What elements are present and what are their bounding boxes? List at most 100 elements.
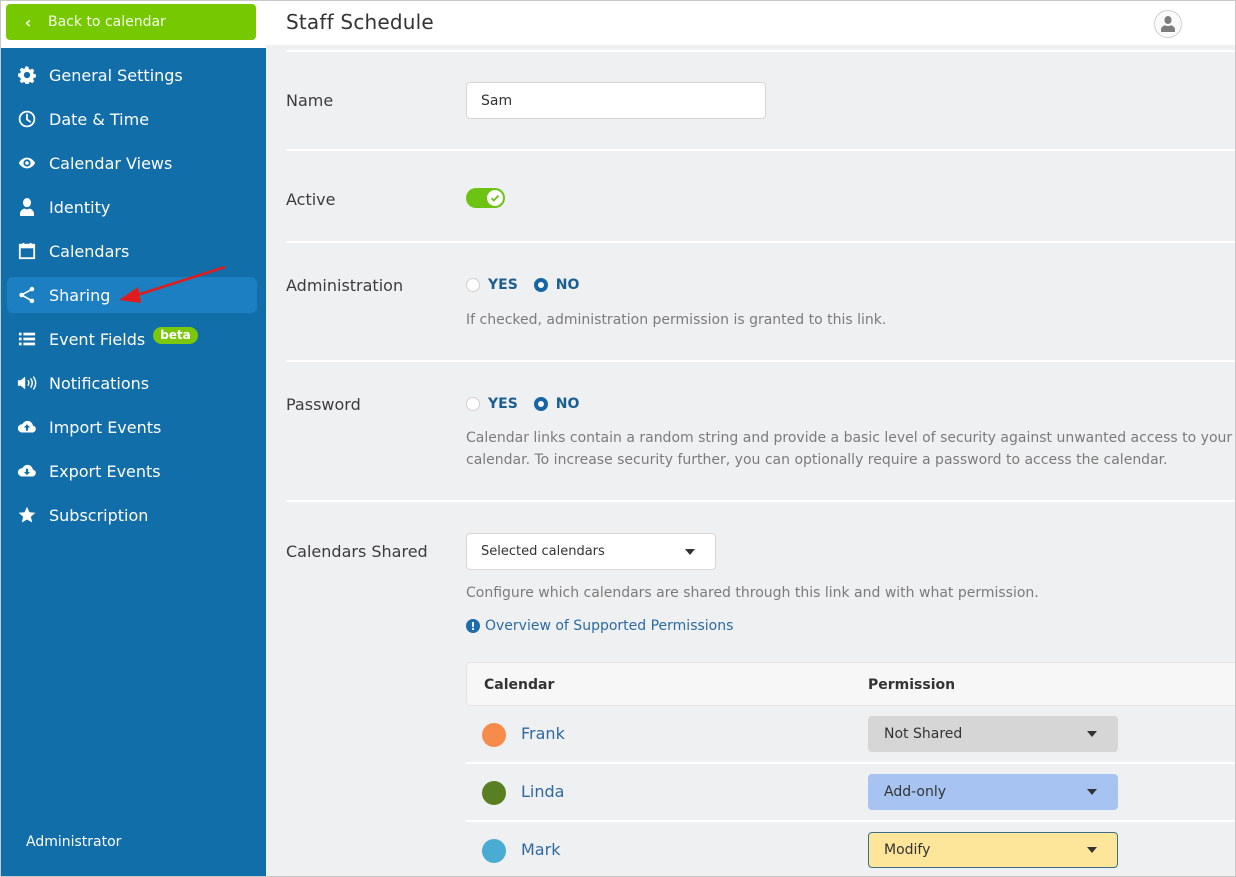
table-row: Mark Modify [466,821,1236,877]
administration-radio-group: YES NO [466,277,595,293]
caret-down-icon [1087,847,1097,853]
administration-yes-radio[interactable]: YES [466,277,518,293]
radio-checked-icon [533,397,548,411]
calendars-shared-help: Configure which calendars are shared thr… [466,585,1039,601]
column-header-permission: Permission [868,677,956,693]
permission-select[interactable]: Add-only [868,774,1118,810]
calendar-name-link[interactable]: Mark [521,840,560,859]
sidebar-item-export-events[interactable]: Export Events [7,453,257,489]
calendar-color-swatch [482,839,506,863]
name-input[interactable] [466,82,766,119]
calendar-color-swatch [482,723,506,747]
check-icon [490,194,500,202]
calendars-shared-select[interactable]: Selected calendars [466,533,716,570]
user-icon [17,197,37,217]
header-divider [286,50,1236,52]
toggle-knob [487,190,503,206]
radio-label: YES [488,277,518,293]
sidebar-item-label: Import Events [49,417,162,437]
sidebar-item-event-fields[interactable]: Event Fields beta [7,321,257,357]
sidebar-item-label: Identity [49,197,111,217]
clock-icon [17,109,37,129]
link-label: Overview of Supported Permissions [485,618,734,634]
sidebar-item-label: Date & Time [49,109,150,129]
administration-label: Administration [286,276,404,295]
divider [286,500,1236,502]
info-icon: ! [466,619,480,633]
sidebar-item-general-settings[interactable]: General Settings [7,57,257,93]
sidebar-item-label: Notifications [49,373,150,393]
page-header: Staff Schedule [266,0,1236,48]
calendar-name-link[interactable]: Linda [521,782,564,801]
sidebar-item-calendar-views[interactable]: Calendar Views [7,145,257,181]
back-to-calendar-button[interactable]: ‹ Back to calendar [6,4,256,40]
list-icon [17,329,37,349]
beta-badge: beta [153,326,198,344]
chevron-left-icon: ‹ [24,12,32,32]
permission-select[interactable]: Modify [868,832,1118,868]
active-toggle[interactable] [466,188,505,208]
radio-unchecked-icon [466,278,480,292]
select-value: Selected calendars [481,544,605,559]
administrator-label: Administrator [26,834,122,850]
radio-checked-icon [533,278,548,292]
password-yes-radio[interactable]: YES [466,396,518,412]
calendars-shared-label: Calendars Shared [286,542,428,561]
sidebar-item-label: General Settings [49,65,183,85]
divider [286,360,1236,362]
sidebar-item-label: Export Events [49,461,161,481]
back-label: Back to calendar [48,14,166,30]
sidebar-item-identity[interactable]: Identity [7,189,257,225]
calendar-icon [17,241,37,261]
speaker-icon [17,373,37,393]
user-avatar-button[interactable] [1154,10,1182,38]
sidebar-item-subscription[interactable]: Subscription [7,497,257,533]
user-avatar-icon [1161,16,1175,32]
password-no-radio[interactable]: NO [533,396,580,412]
radio-label: NO [555,396,580,412]
divider [286,241,1236,243]
permission-select[interactable]: Not Shared [868,716,1118,752]
sidebar-item-notifications[interactable]: Notifications [7,365,257,401]
radio-label: NO [555,277,580,293]
sidebar-item-import-events[interactable]: Import Events [7,409,257,445]
active-label: Active [286,190,336,209]
sidebar: General Settings Date & Time Calendar Vi… [0,48,266,877]
sidebar-nav: General Settings Date & Time Calendar Vi… [0,57,266,541]
name-label: Name [286,91,334,110]
caret-down-icon [1087,731,1097,737]
radio-unchecked-icon [466,397,480,411]
sidebar-top: ‹ Back to calendar [0,0,266,48]
table-row: Linda Add-only [466,763,1236,821]
permissions-overview-link[interactable]: ! Overview of Supported Permissions [466,618,733,634]
sidebar-item-label: Event Fields [49,329,146,349]
share-icon [17,285,37,305]
password-help: Calendar links contain a random string a… [466,430,1233,468]
password-label: Password [286,395,361,414]
calendar-name-link[interactable]: Frank [521,724,565,743]
divider [286,149,1236,151]
sidebar-item-sharing[interactable]: Sharing [7,277,257,313]
page-title: Staff Schedule [286,10,434,34]
caret-down-icon [685,548,695,555]
star-icon [17,505,37,525]
sidebar-item-calendars[interactable]: Calendars [7,233,257,269]
cloud-download-icon [17,461,37,481]
column-header-calendar: Calendar [484,677,555,693]
select-value: Not Shared [884,726,963,742]
administration-no-radio[interactable]: NO [533,277,580,293]
caret-down-icon [1087,789,1097,795]
sidebar-item-label: Sharing [49,285,111,305]
sidebar-item-date-time[interactable]: Date & Time [7,101,257,137]
table-row: Frank Not Shared [466,705,1236,763]
password-radio-group: YES NO [466,396,595,412]
radio-label: YES [488,396,518,412]
select-value: Modify [884,842,931,858]
gear-icon [17,65,37,85]
cloud-upload-icon [17,417,37,437]
sidebar-item-label: Calendars [49,241,130,261]
administration-help: If checked, administration permission is… [466,312,887,328]
eye-icon [17,153,37,173]
sidebar-item-label: Calendar Views [49,153,173,173]
sidebar-item-label: Subscription [49,505,149,525]
